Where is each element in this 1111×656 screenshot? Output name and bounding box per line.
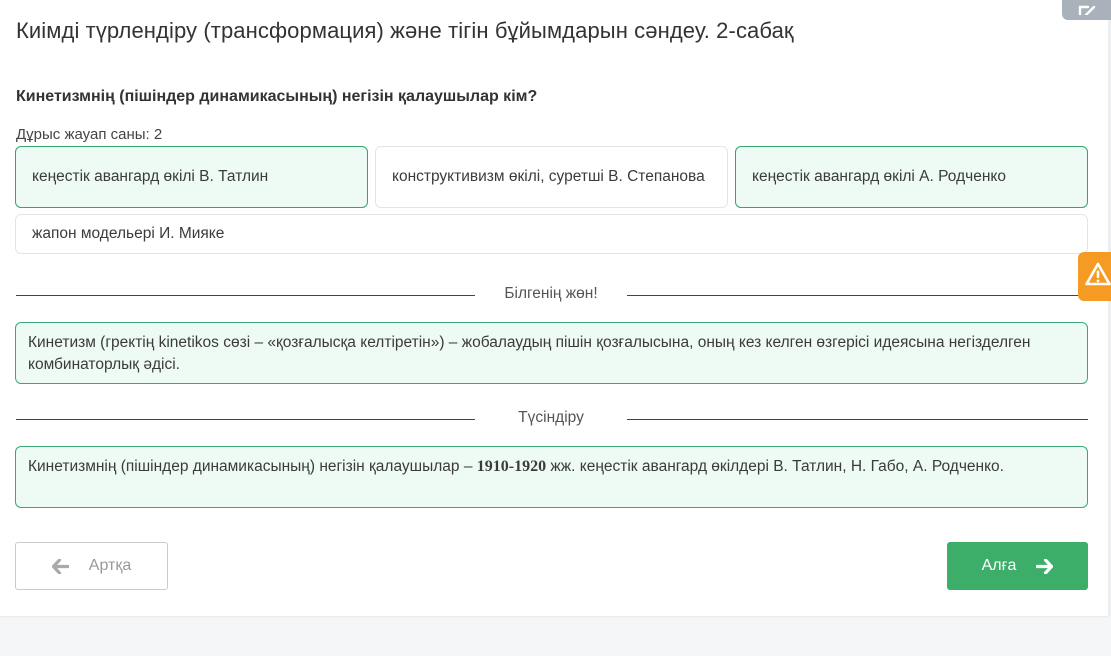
arrow-left-icon [51,558,69,574]
explanation-divider: Түсіндіру [16,409,1088,431]
next-button-label: Алға [981,557,1017,574]
expand-button[interactable] [1062,0,1111,20]
next-button[interactable]: Алға [947,542,1088,590]
explanation-years: 1910-1920 [476,458,547,475]
answer-option-2[interactable]: конструктивизм өкілі, суретші В. Степано… [375,146,728,208]
answer-option-label: конструктивизм өкілі, суретші В. Степано… [392,168,705,185]
did-you-know-heading: Білгенің жөн! [504,285,598,302]
answer-option-label: кеңестік авангард өкілі В. Татлин [32,168,269,185]
answer-option-3[interactable]: кеңестік авангард өкілі А. Родченко [735,146,1088,208]
correct-answer-count: Дұрыс жауап саны: 2 [16,126,163,143]
explanation-text-before: Кинетизмнің (пішіндер динамикасының) нег… [28,458,477,475]
answer-option-4[interactable]: жапон модельері И. Мияке [15,214,1088,254]
warning-triangle-icon [1085,262,1111,291]
lesson-card: Киімді түрлендіру (трансформация) және т… [0,0,1108,616]
page-title: Киімді түрлендіру (трансформация) және т… [16,18,794,43]
back-button[interactable]: Артқа [15,542,168,590]
answer-option-1[interactable]: кеңестік авангард өкілі В. Татлин [15,146,368,208]
answer-option-label: жапон модельері И. Мияке [32,225,225,242]
did-you-know-box: Кинетизм (гректің kinetikos сөзі – «қозғ… [15,322,1088,384]
arrow-right-icon [1036,558,1054,574]
did-you-know-text: Кинетизм (гректің kinetikos сөзі – «қозғ… [28,334,1031,373]
explanation-heading: Түсіндіру [518,409,584,426]
explanation-box: Кинетизмнің (пішіндер динамикасының) нег… [15,446,1088,508]
explanation-text-after: жж. кеңестік авангард өкілдері В. Татлин… [546,458,1004,475]
back-button-label: Артқа [88,557,132,574]
answer-option-label: кеңестік авангард өкілі А. Родченко [752,168,1006,185]
report-issue-tab[interactable] [1078,252,1111,301]
did-you-know-divider: Білгенің жөн! [16,285,1088,307]
expand-icon [1076,2,1098,20]
question-text: Кинетизмнің (пішіндер динамикасының) нег… [16,88,538,105]
